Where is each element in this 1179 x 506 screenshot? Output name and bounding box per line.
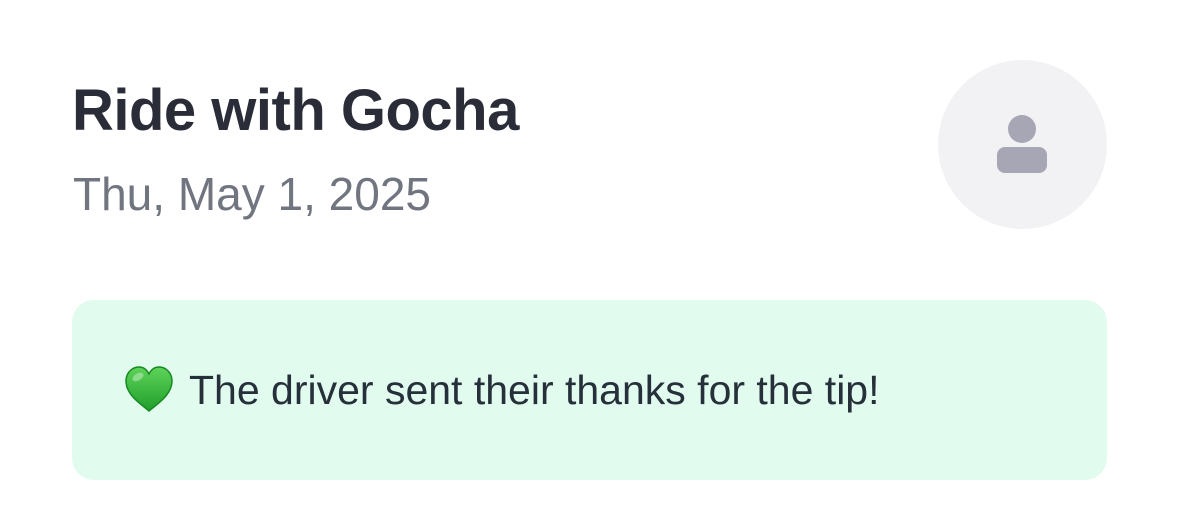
page-title: Ride with Gocha <box>72 78 519 143</box>
driver-avatar[interactable] <box>938 60 1107 229</box>
person-icon <box>997 115 1047 173</box>
tip-thanks-banner: The driver sent their thanks for the tip… <box>72 300 1107 480</box>
green-heart-icon <box>125 366 173 412</box>
ride-date: Thu, May 1, 2025 <box>73 168 431 220</box>
banner-message: The driver sent their thanks for the tip… <box>189 367 880 413</box>
